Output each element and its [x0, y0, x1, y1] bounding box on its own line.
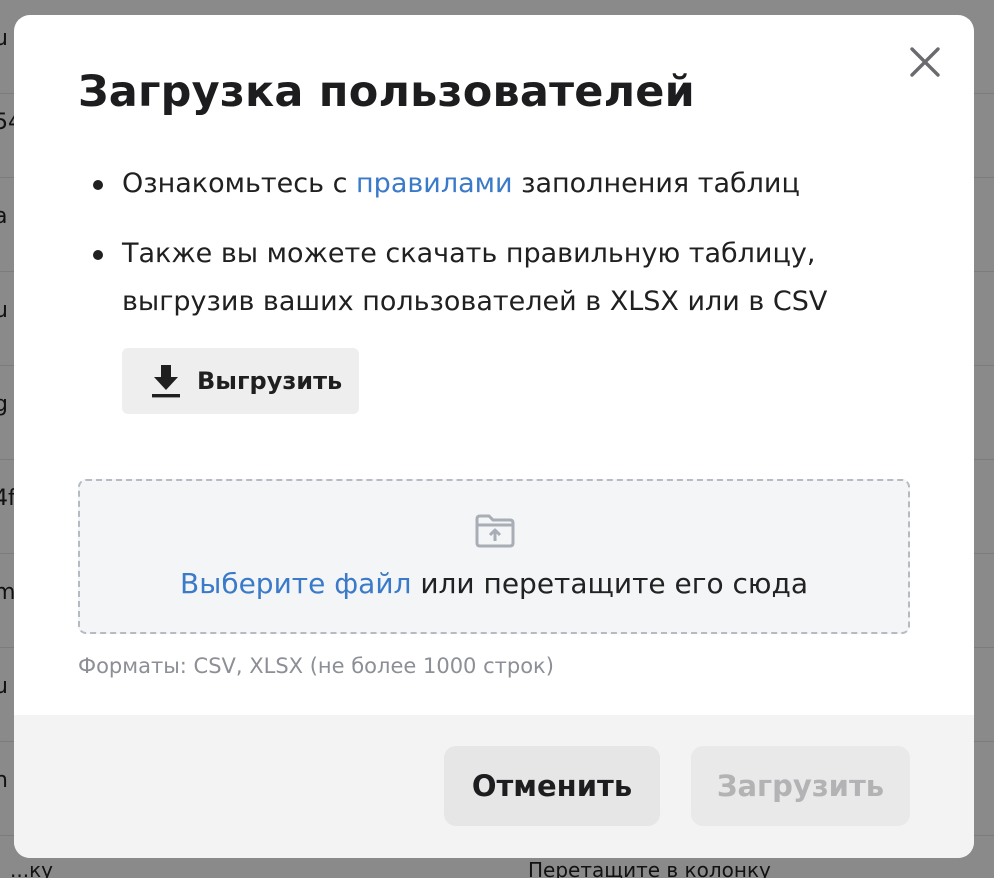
modal-footer: Отменить Загрузить [14, 715, 974, 858]
rules-link[interactable]: правилами [356, 168, 513, 199]
download-icon [150, 363, 182, 399]
modal-title: Загрузка пользователей [78, 67, 695, 117]
export-button-label: Выгрузить [197, 367, 343, 395]
close-icon [910, 47, 940, 77]
close-button[interactable] [907, 44, 943, 80]
instruction-export: Также вы можете скачать правильную табли… [78, 230, 918, 326]
dropzone-hint: или перетащите его сюда [411, 567, 808, 600]
export-button[interactable]: Выгрузить [122, 348, 359, 414]
folder-upload-icon [474, 513, 516, 549]
instructions-list: Ознакомьтесь с правилами заполнения табл… [78, 160, 918, 326]
dropzone-text: Выберите файл или перетащите его сюда [80, 567, 908, 600]
upload-button[interactable]: Загрузить [691, 746, 910, 826]
choose-file-link[interactable]: Выберите файл [180, 567, 411, 600]
instruction-rules-prefix: Ознакомьтесь с [122, 168, 357, 199]
file-dropzone[interactable]: Выберите файл или перетащите его сюда [78, 479, 910, 634]
cancel-button[interactable]: Отменить [444, 746, 660, 826]
formats-hint: Форматы: CSV, XLSX (не более 1000 строк) [78, 654, 554, 678]
instruction-export-text: Также вы можете скачать правильную табли… [122, 238, 828, 317]
instruction-rules: Ознакомьтесь с правилами заполнения табл… [78, 160, 918, 208]
upload-users-modal: Загрузка пользователей Ознакомьтесь с пр… [14, 15, 974, 858]
instruction-rules-suffix: заполнения таблиц [512, 168, 800, 199]
